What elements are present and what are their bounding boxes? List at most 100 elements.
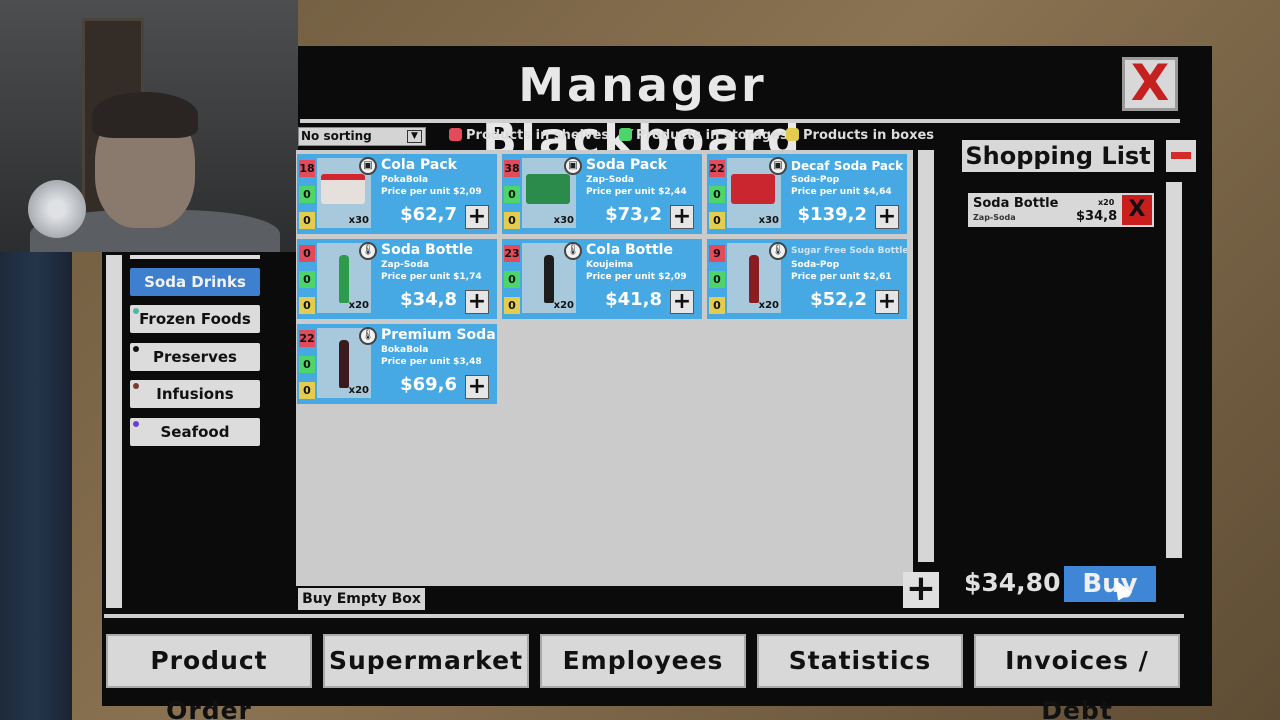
boxes-count: 0 bbox=[709, 297, 725, 314]
category-label: Seafood bbox=[160, 423, 230, 441]
order-total: $34,80 bbox=[964, 568, 1061, 597]
legend-boxes: Products in boxes bbox=[786, 128, 934, 143]
webcam-overlay bbox=[0, 0, 298, 252]
price-per-unit: Price per unit $2,09 bbox=[381, 187, 482, 197]
legend-label: Products in shelves bbox=[466, 128, 610, 143]
boxes-count: 0 bbox=[299, 382, 315, 399]
shopping-list-scrollbar[interactable] bbox=[1166, 182, 1182, 558]
add-product-button[interactable]: + bbox=[903, 571, 939, 608]
shelves-count: 0 bbox=[299, 245, 315, 262]
category-soda-drinks[interactable]: Soda Drinks bbox=[130, 268, 260, 296]
shelves-count: 22 bbox=[299, 330, 315, 347]
remove-item-button[interactable]: X bbox=[1122, 195, 1152, 225]
category-frozen-foods[interactable]: Frozen Foods bbox=[130, 305, 260, 333]
product-name: Premium Soda bbox=[381, 327, 496, 343]
category-label: Soda Drinks bbox=[144, 273, 246, 291]
bottom-divider bbox=[104, 614, 1184, 618]
category-scrollbar[interactable] bbox=[106, 255, 122, 608]
product-brand: Zap-Soda bbox=[586, 175, 634, 185]
nav-statistics[interactable]: Statistics bbox=[757, 634, 963, 688]
shopping-list-title: Shopping List bbox=[962, 140, 1154, 172]
product-card-cola-pack: 18 0 0 x30 ▣ Cola Pack PokaBola Price pe… bbox=[297, 154, 497, 234]
category-label: Preserves bbox=[153, 348, 237, 366]
storage-count: 0 bbox=[299, 186, 315, 203]
box-icon: ▣ bbox=[359, 157, 377, 175]
sort-select[interactable]: No sorting ▼ bbox=[298, 127, 426, 146]
product-price: $41,8 bbox=[605, 289, 662, 310]
legend-shelves: Products in shelves bbox=[449, 128, 609, 143]
cola-pack-illustration bbox=[321, 174, 365, 204]
product-grid-scrollbar[interactable] bbox=[918, 150, 934, 562]
add-to-cart-button[interactable]: + bbox=[465, 375, 489, 399]
product-brand: Koujeima bbox=[586, 260, 634, 270]
product-price: $52,2 bbox=[810, 289, 867, 310]
soda-pack-illustration bbox=[526, 174, 570, 204]
boxes-count: 0 bbox=[709, 212, 725, 229]
thermometer-icon: 🌡 bbox=[564, 242, 582, 260]
category-infusions[interactable]: Infusions bbox=[130, 380, 260, 408]
shelves-count: 9 bbox=[709, 245, 725, 262]
product-card-soda-pack: 38 0 0 x30 ▣ Soda Pack Zap-Soda Price pe… bbox=[502, 154, 702, 234]
category-preserves[interactable]: Preserves bbox=[130, 343, 260, 371]
product-brand: PokaBola bbox=[381, 175, 429, 185]
nav-invoices-debt[interactable]: Invoices / Debt bbox=[974, 634, 1180, 720]
product-price: $62,7 bbox=[400, 204, 457, 225]
product-card-soda-bottle: 0 0 0 x20 🌡 Soda Bottle Zap-Soda Price p… bbox=[297, 239, 497, 319]
product-price: $69,6 bbox=[400, 374, 457, 395]
category-dot bbox=[133, 421, 139, 427]
product-price: $34,8 bbox=[400, 289, 457, 310]
product-card-premium-soda: 22 0 0 x20 🌡 Premium Soda BokaBola Price… bbox=[297, 324, 497, 404]
unit-quantity: x20 bbox=[348, 385, 369, 396]
product-name: Sugar Free Soda Bottle bbox=[791, 246, 907, 256]
nav-supermarket[interactable]: Supermarket bbox=[323, 634, 529, 688]
category-seafood[interactable]: Seafood bbox=[130, 418, 260, 446]
nav-employees[interactable]: Employees bbox=[540, 634, 746, 688]
add-to-cart-button[interactable]: + bbox=[670, 290, 694, 314]
shelves-count: 22 bbox=[709, 160, 725, 177]
add-to-cart-button[interactable]: + bbox=[670, 205, 694, 229]
product-price: $139,2 bbox=[797, 204, 867, 225]
thermometer-icon: 🌡 bbox=[769, 242, 787, 260]
product-card-sugar-free-soda-bottle: 9 0 0 x20 🌡 Sugar Free Soda Bottle Soda-… bbox=[707, 239, 907, 319]
legend-label: Products in storages bbox=[636, 128, 788, 143]
unit-quantity: x30 bbox=[758, 215, 779, 226]
legend-swatch bbox=[449, 128, 462, 141]
boxes-count: 0 bbox=[504, 212, 520, 229]
boxes-count: 0 bbox=[504, 297, 520, 314]
storage-count: 0 bbox=[709, 271, 725, 288]
legend-storages: Products in storages bbox=[619, 128, 788, 143]
product-name: Soda Pack bbox=[586, 157, 667, 173]
price-per-unit: Price per unit $3,48 bbox=[381, 357, 482, 367]
box-icon: ▣ bbox=[564, 157, 582, 175]
add-to-cart-button[interactable]: + bbox=[875, 290, 899, 314]
product-price: $73,2 bbox=[605, 204, 662, 225]
item-name: Soda Bottle bbox=[973, 196, 1059, 211]
legend-label: Products in boxes bbox=[803, 128, 935, 143]
storage-count: 0 bbox=[504, 271, 520, 288]
shopping-list-item: Soda Bottle Zap-Soda x20 $34,8 X bbox=[968, 193, 1154, 227]
item-brand: Zap-Soda bbox=[973, 213, 1016, 222]
storage-count: 0 bbox=[504, 186, 520, 203]
storage-count: 0 bbox=[299, 271, 315, 288]
clear-list-button[interactable] bbox=[1166, 140, 1196, 172]
category-label: Infusions bbox=[156, 385, 234, 403]
legend-swatch bbox=[619, 128, 632, 141]
storage-count: 0 bbox=[709, 186, 725, 203]
unit-quantity: x20 bbox=[348, 300, 369, 311]
product-brand: Zap-Soda bbox=[381, 260, 429, 270]
product-name: Soda Bottle bbox=[381, 242, 474, 258]
nav-product-order[interactable]: Product Order bbox=[106, 634, 312, 720]
minus-icon bbox=[1171, 152, 1191, 159]
price-per-unit: Price per unit $4,64 bbox=[791, 187, 892, 197]
boxes-count: 0 bbox=[299, 297, 315, 314]
price-per-unit: Price per unit $2,44 bbox=[586, 187, 687, 197]
add-to-cart-button[interactable]: + bbox=[875, 205, 899, 229]
add-to-cart-button[interactable]: + bbox=[465, 290, 489, 314]
close-button[interactable]: X bbox=[1122, 57, 1178, 111]
thermometer-icon: 🌡 bbox=[359, 327, 377, 345]
product-card-decaf-soda-pack: 22 0 0 x30 ▣ Decaf Soda Pack Soda-Pop Pr… bbox=[707, 154, 907, 234]
legend-swatch bbox=[786, 128, 799, 141]
add-to-cart-button[interactable]: + bbox=[465, 205, 489, 229]
buy-empty-box-button[interactable]: Buy Empty Box bbox=[298, 588, 425, 610]
price-per-unit: Price per unit $2,09 bbox=[586, 272, 687, 282]
